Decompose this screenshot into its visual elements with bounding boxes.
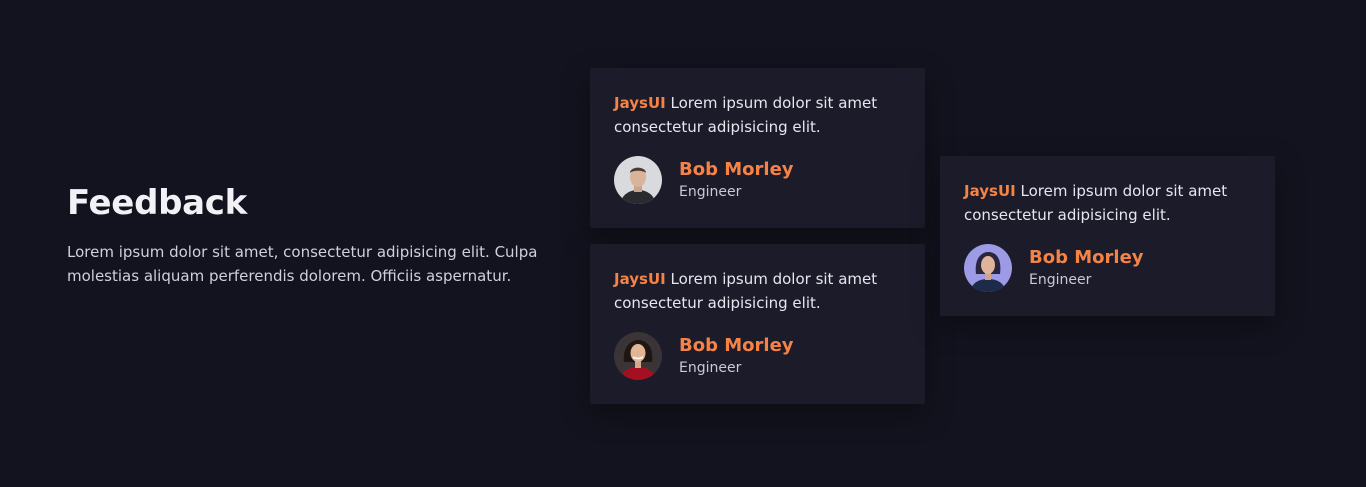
author-info: Bob Morley Engineer — [679, 158, 794, 202]
author-info: Bob Morley Engineer — [1029, 246, 1144, 290]
feedback-section: Feedback Lorem ipsum dolor sit amet, con… — [0, 0, 1366, 487]
testimonial-card: JaysUI Lorem ipsum dolor sit amet consec… — [590, 68, 925, 228]
feedback-intro: Feedback Lorem ipsum dolor sit amet, con… — [67, 180, 547, 288]
testimonial-text: JaysUI Lorem ipsum dolor sit amet consec… — [964, 179, 1251, 227]
testimonial-card: JaysUI Lorem ipsum dolor sit amet consec… — [590, 244, 925, 404]
brand-name: JaysUI — [614, 270, 666, 288]
testimonial-text: JaysUI Lorem ipsum dolor sit amet consec… — [614, 91, 901, 139]
author-info: Bob Morley Engineer — [679, 334, 794, 378]
avatar — [614, 156, 662, 204]
author-name: Bob Morley — [679, 335, 794, 356]
author-role: Engineer — [1029, 272, 1092, 288]
author-role: Engineer — [679, 360, 742, 376]
testimonial-author: Bob Morley Engineer — [964, 244, 1251, 292]
author-name: Bob Morley — [1029, 247, 1144, 268]
testimonial-author: Bob Morley Engineer — [614, 156, 901, 204]
brand-name: JaysUI — [964, 182, 1016, 200]
author-role: Engineer — [679, 184, 742, 200]
section-description: Lorem ipsum dolor sit amet, consectetur … — [67, 243, 538, 285]
avatar — [964, 244, 1012, 292]
author-name: Bob Morley — [679, 159, 794, 180]
avatar — [614, 332, 662, 380]
section-title: Feedback — [67, 183, 247, 223]
testimonial-card: JaysUI Lorem ipsum dolor sit amet consec… — [940, 156, 1275, 316]
testimonial-author: Bob Morley Engineer — [614, 332, 901, 380]
brand-name: JaysUI — [614, 94, 666, 112]
testimonial-text: JaysUI Lorem ipsum dolor sit amet consec… — [614, 267, 901, 315]
